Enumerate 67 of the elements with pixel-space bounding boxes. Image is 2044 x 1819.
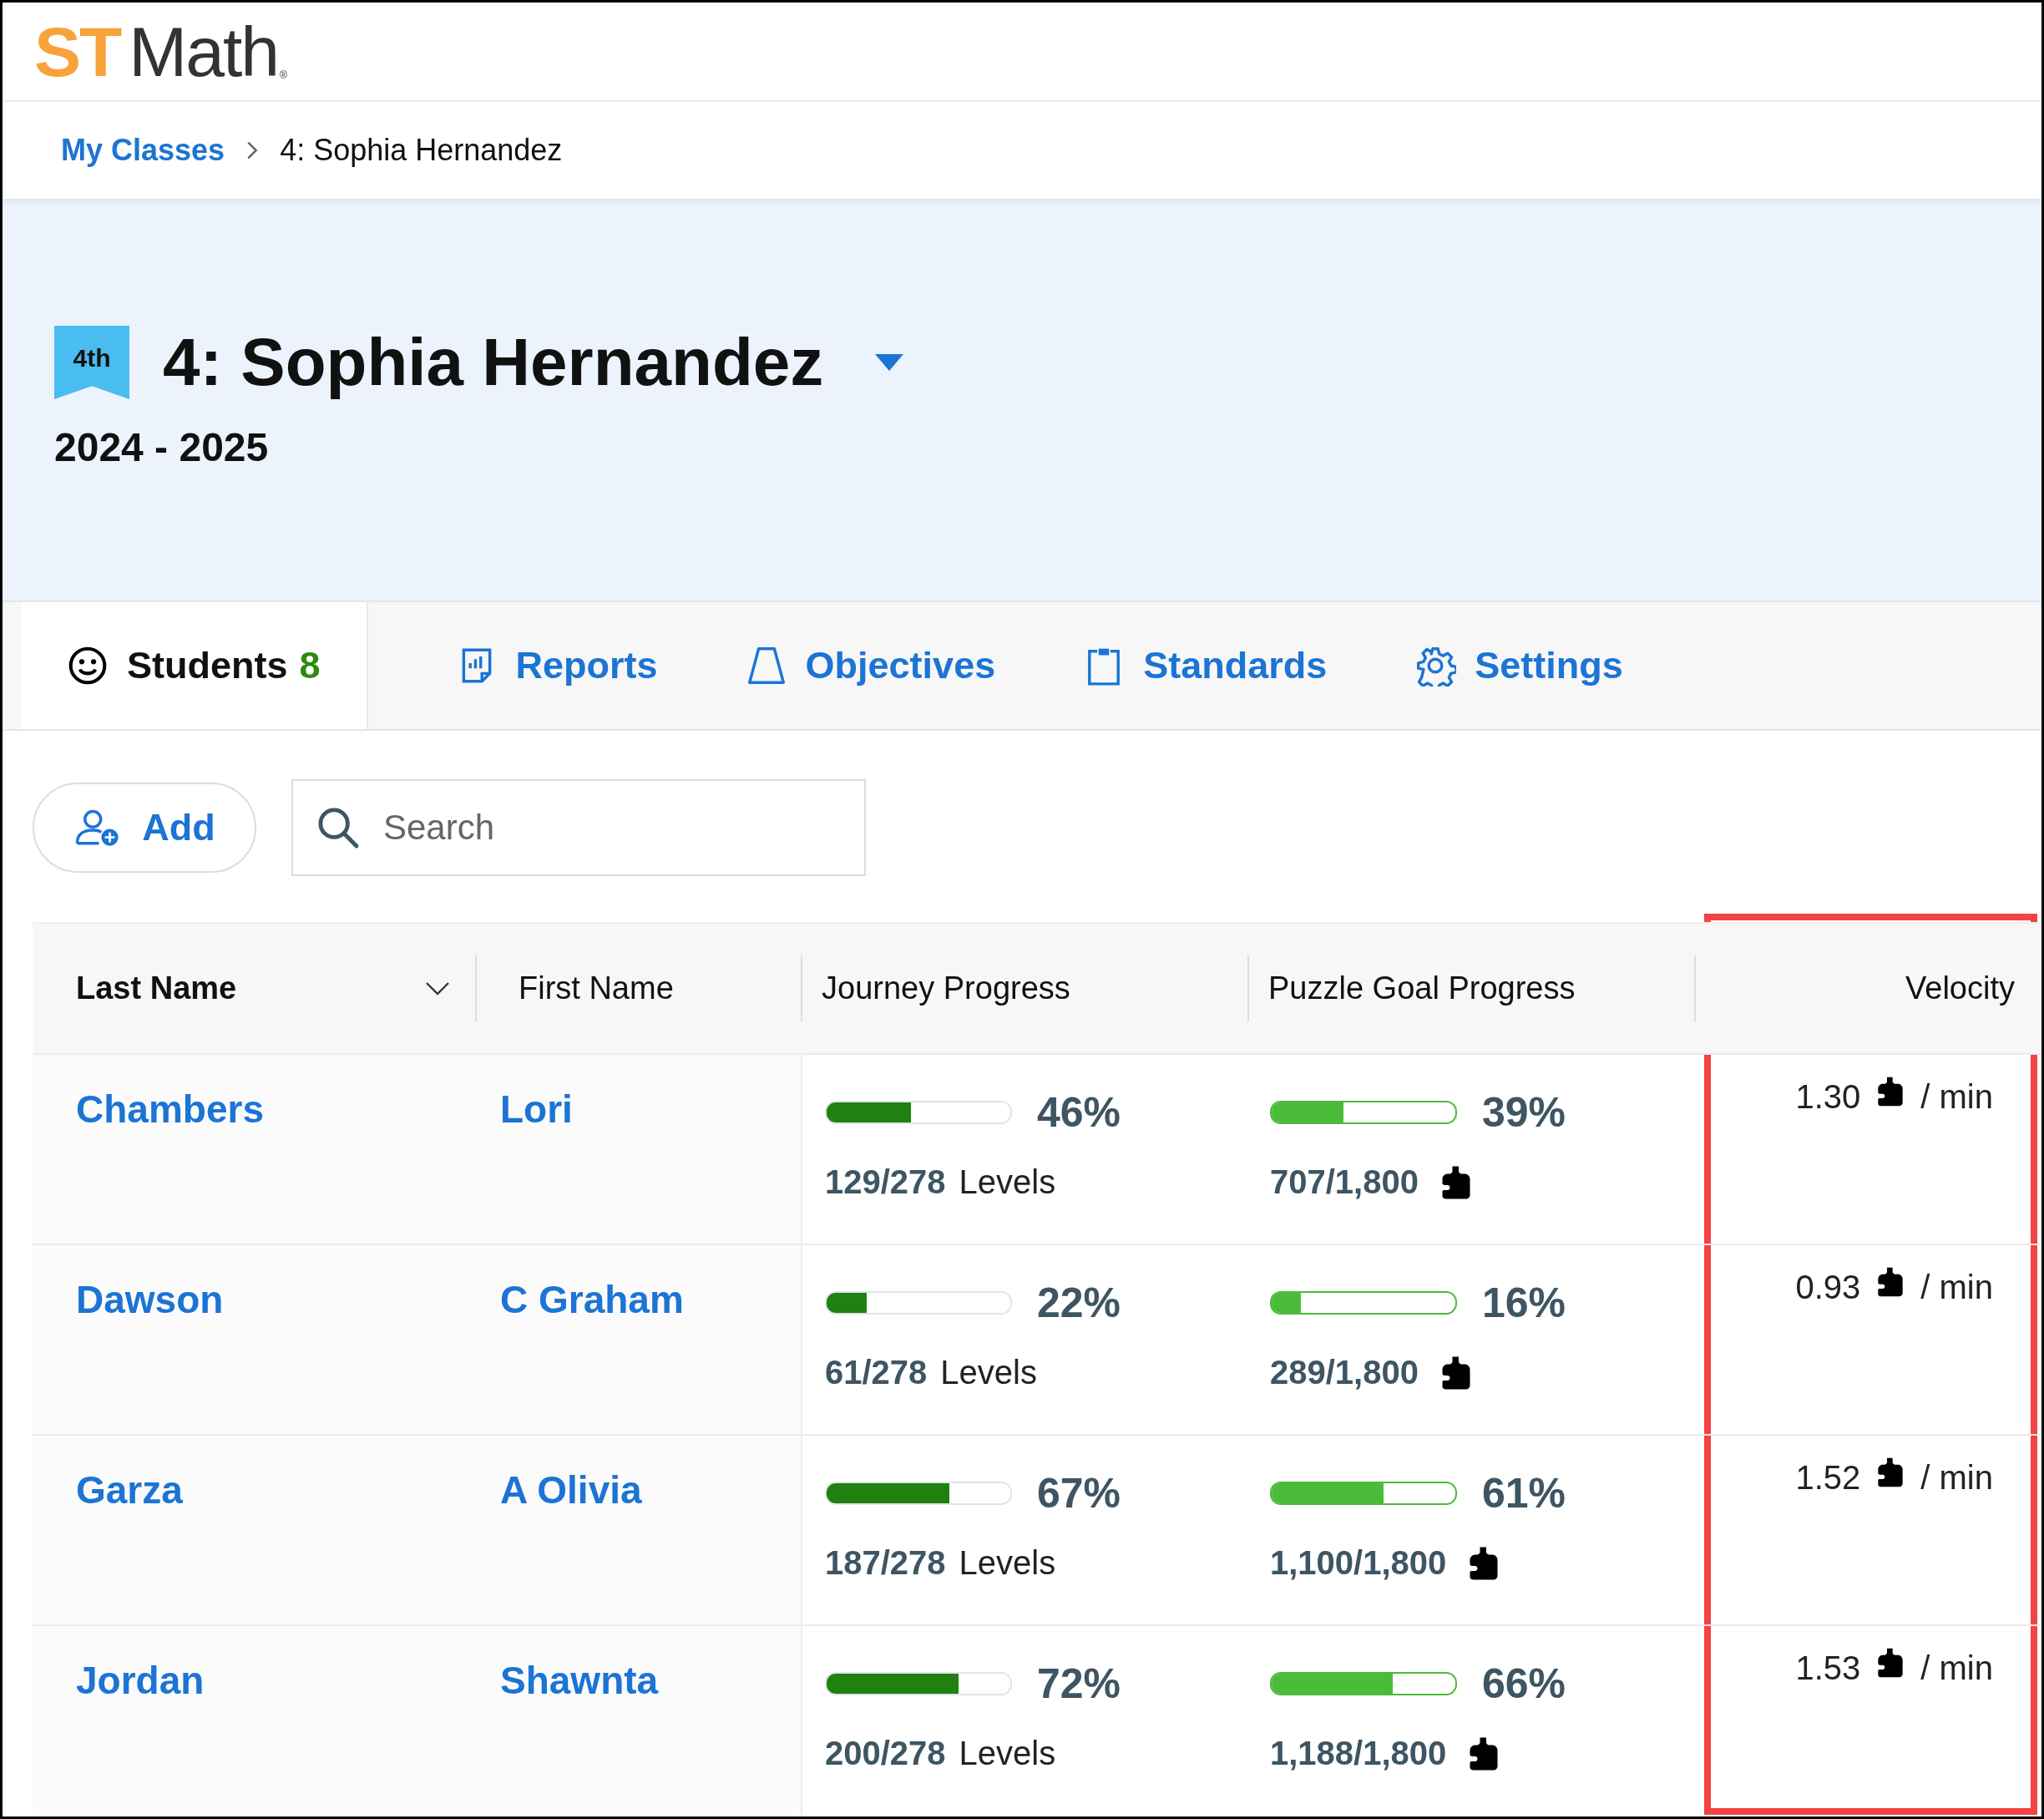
column-header: Velocity — [1694, 922, 2041, 1053]
last-name-link[interactable]: Garza — [76, 1468, 183, 1512]
puzzle-goal-percent: 39% — [1482, 1088, 1566, 1137]
levels-count: 61/278 — [825, 1354, 928, 1391]
puzzle-piece-icon — [1439, 1164, 1472, 1200]
puzzles-count: 1,188/1,800 — [1270, 1735, 1447, 1772]
puzzle-goal-percent: 61% — [1482, 1469, 1566, 1518]
column-header: First Name — [475, 922, 801, 1053]
puzzle-piece-icon — [1877, 1075, 1905, 1107]
puzzles-count: 1,100/1,800 — [1270, 1544, 1447, 1582]
logo: STMath® — [34, 16, 287, 87]
search-icon — [316, 806, 360, 849]
first-name-link[interactable]: C Graham — [500, 1278, 684, 1321]
velocity-value: 1.53 — [1795, 1649, 1861, 1687]
school-year: 2024 - 2025 — [54, 424, 270, 470]
velocity-value: 0.93 — [1795, 1269, 1861, 1306]
puzzle-piece-icon — [1468, 1735, 1500, 1771]
puzzle-piece-icon — [1877, 1265, 1905, 1298]
smiley-icon — [67, 645, 109, 687]
puzzle-piece-icon — [1439, 1355, 1472, 1391]
first-name-link[interactable]: A Olivia — [500, 1468, 642, 1512]
breadcrumb-link[interactable]: My Classes — [61, 133, 225, 168]
tab[interactable]: Students 8 — [21, 602, 368, 729]
puzzle-piece-icon — [1877, 1456, 1905, 1488]
journey-percent: 22% — [1037, 1279, 1121, 1327]
velocity-unit: / min — [1920, 1649, 1993, 1687]
velocity-value: 1.30 — [1795, 1078, 1861, 1116]
puzzles-count: 289/1,800 — [1270, 1354, 1419, 1391]
velocity-unit: / min — [1920, 1459, 1993, 1497]
velocity-unit: / min — [1920, 1078, 1993, 1116]
chevron-down-icon[interactable] — [425, 980, 450, 996]
class-title: 4: Sophia Hernandez — [163, 324, 824, 401]
puzzles-count: 707/1,800 — [1270, 1163, 1419, 1201]
puzzle-goal-percent: 66% — [1482, 1659, 1566, 1708]
puzzle-piece-icon — [1468, 1545, 1500, 1581]
levels-count: 129/278 — [825, 1163, 946, 1201]
last-name-link[interactable]: Jordan — [76, 1659, 205, 1702]
column-header: Journey Progress — [801, 922, 1247, 1053]
settings-icon — [1414, 645, 1457, 687]
tab[interactable]: Settings — [1369, 602, 1665, 729]
journey-percent: 72% — [1037, 1659, 1121, 1708]
grade-badge: 4th — [54, 326, 129, 399]
tab[interactable]: Reports — [409, 602, 700, 729]
tab[interactable]: Standards — [1037, 602, 1369, 729]
search-field[interactable]: Search — [291, 779, 866, 876]
last-name-link[interactable]: Dawson — [76, 1278, 224, 1321]
column-header: Puzzle Goal Progress — [1247, 922, 1694, 1053]
first-name-link[interactable]: Lori — [500, 1087, 573, 1131]
levels-label: Levels — [959, 1163, 1056, 1201]
levels-count: 187/278 — [825, 1544, 946, 1582]
last-name-link[interactable]: Chambers — [76, 1087, 264, 1131]
levels-count: 200/278 — [825, 1735, 946, 1772]
levels-label: Levels — [959, 1735, 1056, 1772]
puzzle-piece-icon — [1877, 1646, 1905, 1679]
add-button[interactable]: Add — [33, 783, 256, 873]
first-name-link[interactable]: Shawnta — [500, 1659, 659, 1702]
caret-icon[interactable] — [873, 352, 906, 372]
journey-percent: 67% — [1037, 1469, 1121, 1518]
levels-label: Levels — [959, 1544, 1056, 1582]
breadcrumb-current: 4: Sophia Hernandez — [280, 133, 563, 168]
levels-label: Levels — [940, 1354, 1037, 1391]
velocity-unit: / min — [1920, 1269, 1993, 1306]
velocity-value: 1.52 — [1795, 1459, 1861, 1497]
tab[interactable]: Objectives — [699, 602, 1038, 729]
column-header[interactable]: Last Name — [33, 922, 475, 1053]
journey-percent: 46% — [1037, 1088, 1121, 1137]
puzzle-goal-percent: 16% — [1482, 1279, 1566, 1327]
